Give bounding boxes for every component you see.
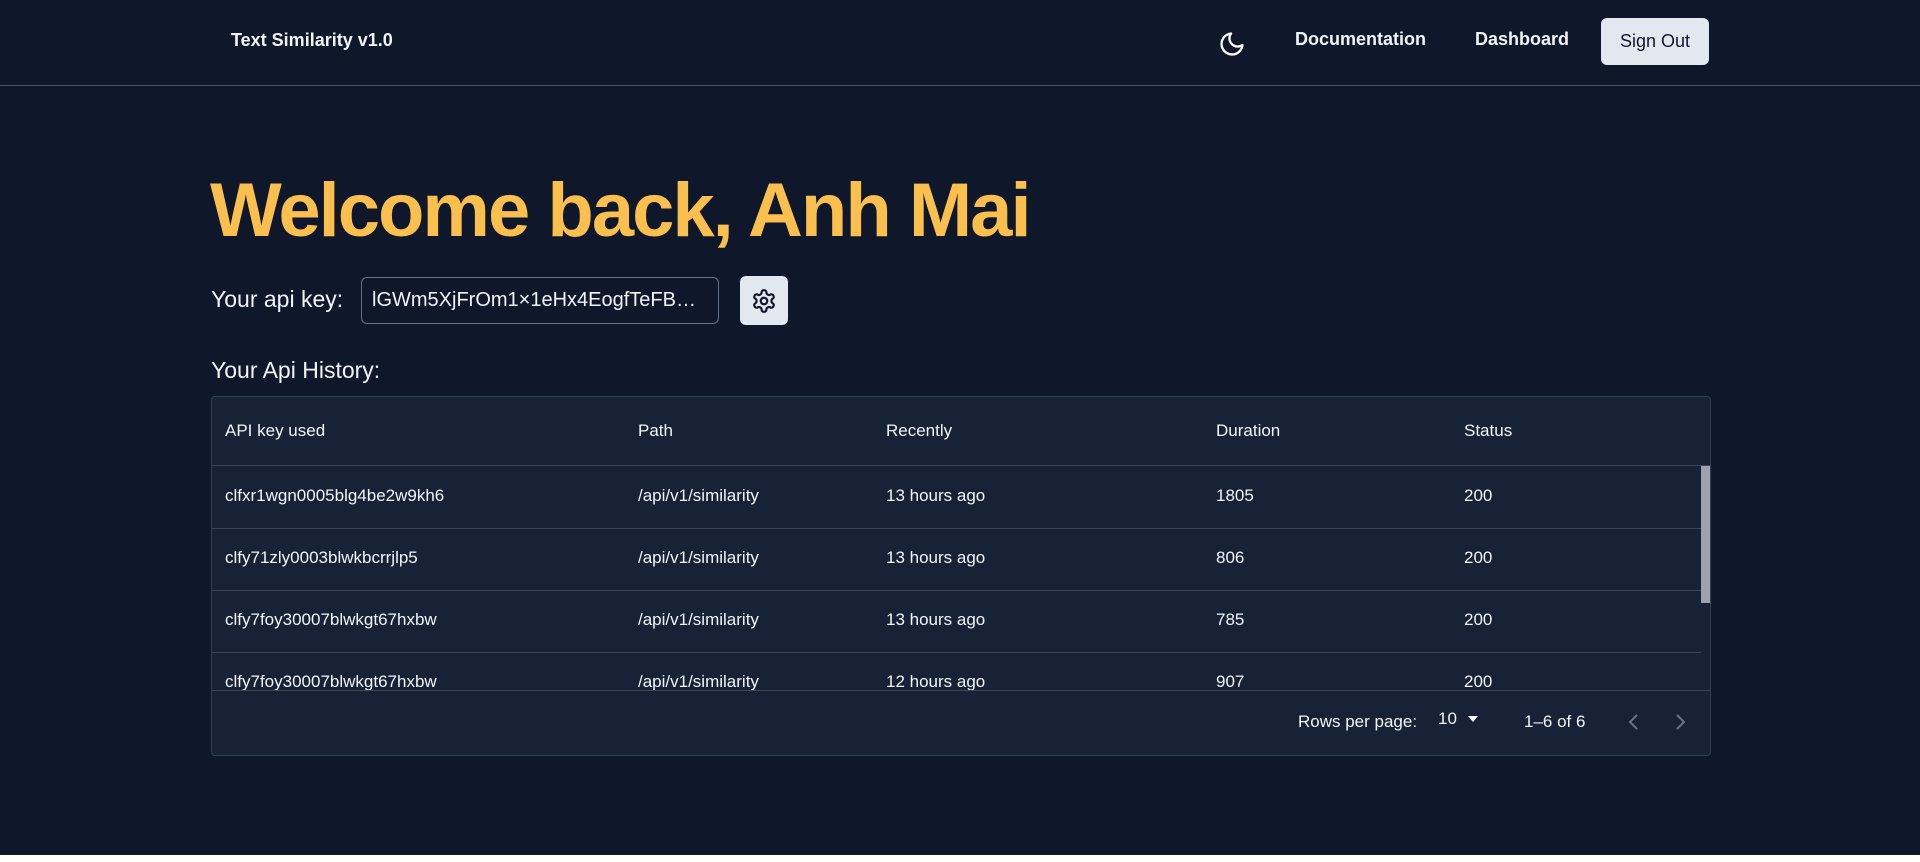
api-key-settings-button[interactable] xyxy=(740,276,788,325)
nav-link-dashboard[interactable]: Dashboard xyxy=(1475,29,1569,50)
table-row[interactable]: clfy7foy30007blwkgt67hxbw /api/v1/simila… xyxy=(212,652,1701,690)
cell-recently: 13 hours ago xyxy=(886,548,986,567)
column-header-duration[interactable]: Duration xyxy=(1216,421,1280,441)
cell-status: 200 xyxy=(1464,486,1493,505)
table-row[interactable]: clfxr1wgn0005blg4be2w9kh6 /api/v1/simila… xyxy=(212,466,1701,529)
cell-api-key: clfxr1wgn0005blg4be2w9kh6 xyxy=(225,486,445,505)
sign-out-button[interactable]: Sign Out xyxy=(1601,18,1709,65)
cell-duration: 907 xyxy=(1216,672,1245,690)
cell-recently: 13 hours ago xyxy=(886,486,986,505)
cell-recently: 13 hours ago xyxy=(886,610,986,629)
column-header-api-key[interactable]: API key used xyxy=(225,421,325,441)
table-header: API key used Path Recently Duration Stat… xyxy=(212,397,1710,466)
rows-per-page-select[interactable]: 10 xyxy=(1438,709,1479,729)
cell-status: 200 xyxy=(1464,548,1493,567)
gear-icon xyxy=(753,288,775,313)
table-scrollbar-thumb[interactable] xyxy=(1701,466,1710,603)
column-header-path[interactable]: Path xyxy=(638,421,673,441)
next-page-button[interactable] xyxy=(1666,708,1694,736)
rows-per-page-value: 10 xyxy=(1438,709,1457,728)
app-root: Text Similarity v1.0 Documentation Dashb… xyxy=(0,0,1920,855)
previous-page-button[interactable] xyxy=(1620,708,1648,736)
moon-icon xyxy=(1220,32,1244,56)
api-key-field[interactable] xyxy=(361,277,719,324)
pagination-range: 1–6 of 6 xyxy=(1524,712,1586,731)
api-history-table: API key used Path Recently Duration Stat… xyxy=(211,396,1711,756)
cell-path: /api/v1/similarity xyxy=(638,486,759,505)
rows-per-page-label: Rows per page: xyxy=(1298,712,1418,731)
caret-down-icon xyxy=(1467,716,1478,722)
cell-duration: 785 xyxy=(1216,610,1245,629)
cell-duration: 806 xyxy=(1216,548,1245,567)
cell-api-key: clfy7foy30007blwkgt67hxbw xyxy=(225,672,437,690)
cell-api-key: clfy7foy30007blwkgt67hxbw xyxy=(225,610,437,629)
cell-path: /api/v1/similarity xyxy=(638,610,759,629)
cell-status: 200 xyxy=(1464,610,1493,629)
cell-status: 200 xyxy=(1464,672,1493,690)
cell-path: /api/v1/similarity xyxy=(638,672,759,690)
navbar: Text Similarity v1.0 Documentation Dashb… xyxy=(0,0,1920,86)
cell-duration: 1805 xyxy=(1216,486,1254,505)
brand-title[interactable]: Text Similarity v1.0 xyxy=(231,30,393,51)
nav-link-documentation[interactable]: Documentation xyxy=(1295,29,1426,50)
api-history-label: Your Api History: xyxy=(211,357,381,383)
table-row[interactable]: clfy71zly0003blwkbcrrjlp5 /api/v1/simila… xyxy=(212,528,1701,591)
column-header-status[interactable]: Status xyxy=(1464,421,1512,441)
chevron-right-icon xyxy=(1676,714,1686,730)
theme-toggle-button[interactable] xyxy=(1214,26,1250,62)
page-title: Welcome back, Anh Mai xyxy=(210,168,1032,253)
cell-path: /api/v1/similarity xyxy=(638,548,759,567)
column-header-recently[interactable]: Recently xyxy=(886,421,952,441)
chevron-left-icon xyxy=(1628,714,1638,730)
api-key-label: Your api key: xyxy=(211,286,344,312)
cell-recently: 12 hours ago xyxy=(886,672,986,690)
cell-api-key: clfy71zly0003blwkbcrrjlp5 xyxy=(225,548,418,567)
table-body: clfxr1wgn0005blg4be2w9kh6 /api/v1/simila… xyxy=(212,466,1710,690)
table-row[interactable]: clfy7foy30007blwkgt67hxbw /api/v1/simila… xyxy=(212,590,1701,653)
table-pagination: Rows per page: 10 1–6 of 6 xyxy=(212,690,1710,755)
